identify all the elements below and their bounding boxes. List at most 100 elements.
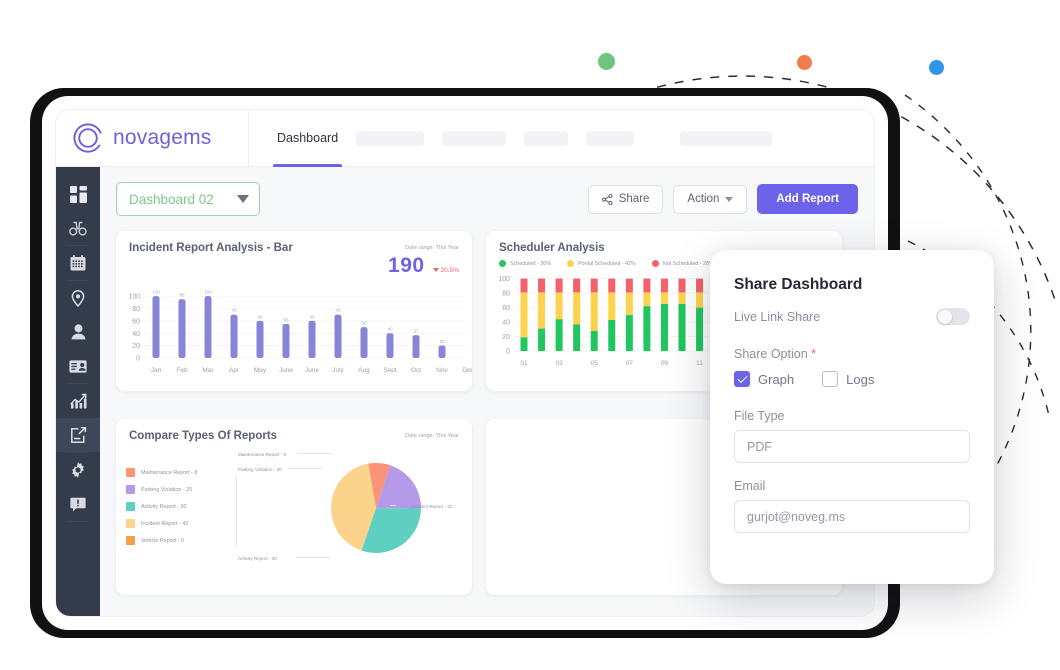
legend-label: Portial Scheduled - 42% <box>578 261 636 267</box>
option-logs-label: Logs <box>846 372 874 387</box>
svg-text:Activity Report - 30: Activity Report - 30 <box>238 556 277 561</box>
calendar-icon <box>70 255 86 271</box>
card-report-types: Compare Types Of Reports Date range: Thi… <box>116 419 472 595</box>
svg-text:Oct: Oct <box>411 367 421 374</box>
svg-text:70: 70 <box>335 308 341 313</box>
incident-total-stat: 190 20.5% <box>116 254 472 278</box>
svg-text:20: 20 <box>132 343 140 350</box>
modal-title: Share Dashboard <box>734 276 970 294</box>
legend-color-swatch <box>126 502 135 511</box>
option-logs[interactable]: Logs <box>822 371 874 387</box>
tab-placeholder-3[interactable] <box>520 110 572 167</box>
chevron-down-icon <box>725 197 733 202</box>
location-pin-icon <box>71 290 85 307</box>
dashboard-select[interactable]: Dashboard 02 <box>116 182 260 216</box>
legend-color-swatch <box>126 468 135 477</box>
sidebar-item-reports[interactable] <box>56 418 100 452</box>
file-type-label: File Type <box>734 409 970 423</box>
sidebar-item-watch[interactable] <box>56 211 100 245</box>
svg-text:60: 60 <box>309 314 315 319</box>
logs-checkbox[interactable] <box>822 371 838 387</box>
sidebar-item-profile[interactable] <box>56 315 100 349</box>
action-dropdown-button[interactable]: Action <box>673 185 747 214</box>
blue-dot <box>929 60 944 75</box>
svg-text:Sept: Sept <box>383 367 397 374</box>
option-graph-label: Graph <box>758 372 794 387</box>
sidebar <box>56 167 100 616</box>
tab-placeholder-4[interactable] <box>582 110 638 167</box>
svg-text:Maintenance Report - 8: Maintenance Report - 8 <box>238 452 286 457</box>
svg-text:03: 03 <box>555 360 563 367</box>
svg-text:Incident Report - 42: Incident Report - 42 <box>412 504 453 509</box>
svg-text:20: 20 <box>439 339 445 344</box>
sidebar-item-feedback[interactable] <box>56 487 100 521</box>
share-option-label: Share Option * <box>734 347 970 361</box>
add-report-label: Add Report <box>776 193 839 205</box>
tab-placeholder-2[interactable] <box>438 110 510 167</box>
dashboard-toolbar: Dashboard 02 Share Action <box>116 181 858 217</box>
option-graph[interactable]: Graph <box>734 371 794 387</box>
bar-chart: 02040608010010095100706055607050403720Ja… <box>116 278 472 382</box>
tab-dashboard-label: Dashboard <box>277 131 338 145</box>
bar-chart-icon <box>70 393 87 409</box>
live-link-share-label: Live Link Share <box>734 310 820 324</box>
svg-text:60: 60 <box>502 305 510 312</box>
brand-logo[interactable]: novagems <box>56 122 248 154</box>
svg-text:July: July <box>332 367 344 374</box>
sidebar-item-locations[interactable] <box>56 281 100 315</box>
add-report-button[interactable]: Add Report <box>757 184 858 214</box>
tab-dashboard[interactable]: Dashboard <box>273 110 342 167</box>
report-edit-icon <box>70 427 87 444</box>
share-option-group: Graph Logs <box>734 371 970 387</box>
svg-text:50: 50 <box>361 320 367 325</box>
card-title: Compare Types Of Reports <box>129 430 277 442</box>
svg-text:05: 05 <box>591 360 599 367</box>
legend-label: Activity Report - 30 <box>141 504 187 510</box>
legend-label: Scheduled - 30% <box>510 261 551 267</box>
stat-value: 190 <box>388 254 425 278</box>
header-tabs: Dashboard <box>249 110 776 167</box>
svg-text:37: 37 <box>413 329 419 334</box>
id-card-icon <box>69 360 87 373</box>
sidebar-item-analytics[interactable] <box>56 384 100 418</box>
svg-text:55: 55 <box>283 317 289 322</box>
chevron-down-icon <box>237 195 249 203</box>
live-link-share-toggle[interactable] <box>936 308 970 325</box>
feedback-icon <box>70 497 86 512</box>
legend-item: Portial Scheduled - 42% <box>567 260 636 267</box>
legend-color-swatch <box>126 485 135 494</box>
svg-text:70: 70 <box>231 308 237 313</box>
sidebar-item-employees[interactable] <box>56 349 100 383</box>
green-dot <box>598 53 615 70</box>
svg-text:60: 60 <box>132 318 140 325</box>
svg-text:Aug: Aug <box>358 367 370 374</box>
triangle-down-icon <box>433 268 439 272</box>
file-type-input[interactable]: PDF <box>734 430 970 463</box>
legend-item: Activity Report - 30 <box>126 502 236 511</box>
toolbar-actions: Share Action Add Report <box>588 184 858 214</box>
legend-color-dot <box>567 260 574 267</box>
legend-item: Vehicle Report - 0 <box>126 536 236 545</box>
gear-icon <box>70 462 86 478</box>
legend-item: Parking Violation - 20 <box>126 485 236 494</box>
tab-placeholder-5[interactable] <box>676 110 776 167</box>
legend-label: Vehicle Report - 0 <box>141 538 184 544</box>
email-input[interactable]: gurjot@noveg.ms <box>734 500 970 533</box>
svg-text:Parking Violation - 20: Parking Violation - 20 <box>238 467 282 472</box>
svg-text:80: 80 <box>502 291 510 298</box>
card-title: Incident Report Analysis - Bar <box>129 242 293 254</box>
graph-checkbox[interactable] <box>734 371 750 387</box>
svg-text:June: June <box>305 367 319 374</box>
sidebar-item-dashboard[interactable] <box>56 177 100 211</box>
svg-text:Dec: Dec <box>462 367 472 374</box>
sidebar-item-settings[interactable] <box>56 453 100 487</box>
pie-chart: Maintenance Report - 8 Parking Violation … <box>236 442 468 582</box>
svg-text:Feb: Feb <box>176 367 188 374</box>
user-icon <box>71 324 86 340</box>
share-button[interactable]: Share <box>588 185 664 214</box>
svg-text:Nov: Nov <box>436 367 448 374</box>
tab-placeholder-1[interactable] <box>352 110 428 167</box>
sidebar-item-calendar[interactable] <box>56 246 100 280</box>
legend-item: Scheduled - 30% <box>499 260 551 267</box>
status-badge: 20.5% <box>433 267 459 274</box>
